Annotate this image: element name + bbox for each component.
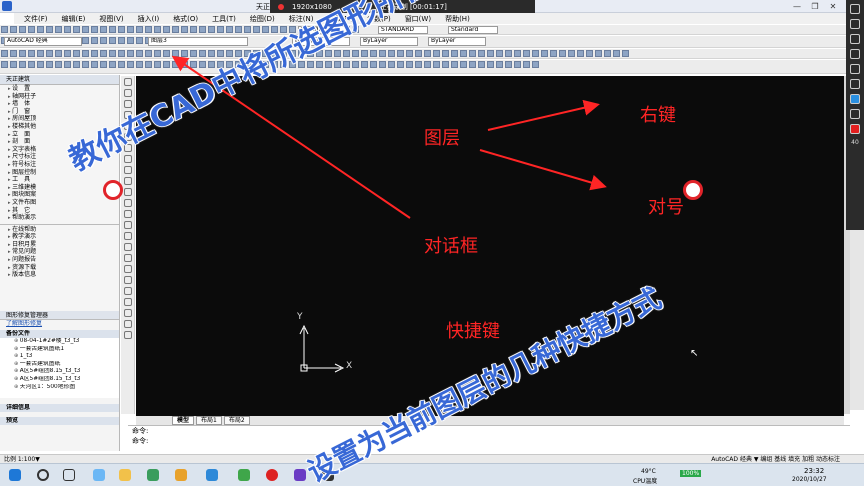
label-shortcut: 快捷键 xyxy=(446,321,500,342)
click-marker-right xyxy=(683,180,703,200)
label-layer: 图层 xyxy=(424,128,460,149)
screen: 天正建 1920x1080 正在录制 [00:01:17] — ❐ ✕ 文件(F… xyxy=(0,0,864,486)
label-confirm: 对号 xyxy=(648,197,684,218)
label-right-click: 右键 xyxy=(640,105,676,126)
label-dialog: 对话框 xyxy=(424,236,478,257)
click-marker-left xyxy=(103,180,123,200)
